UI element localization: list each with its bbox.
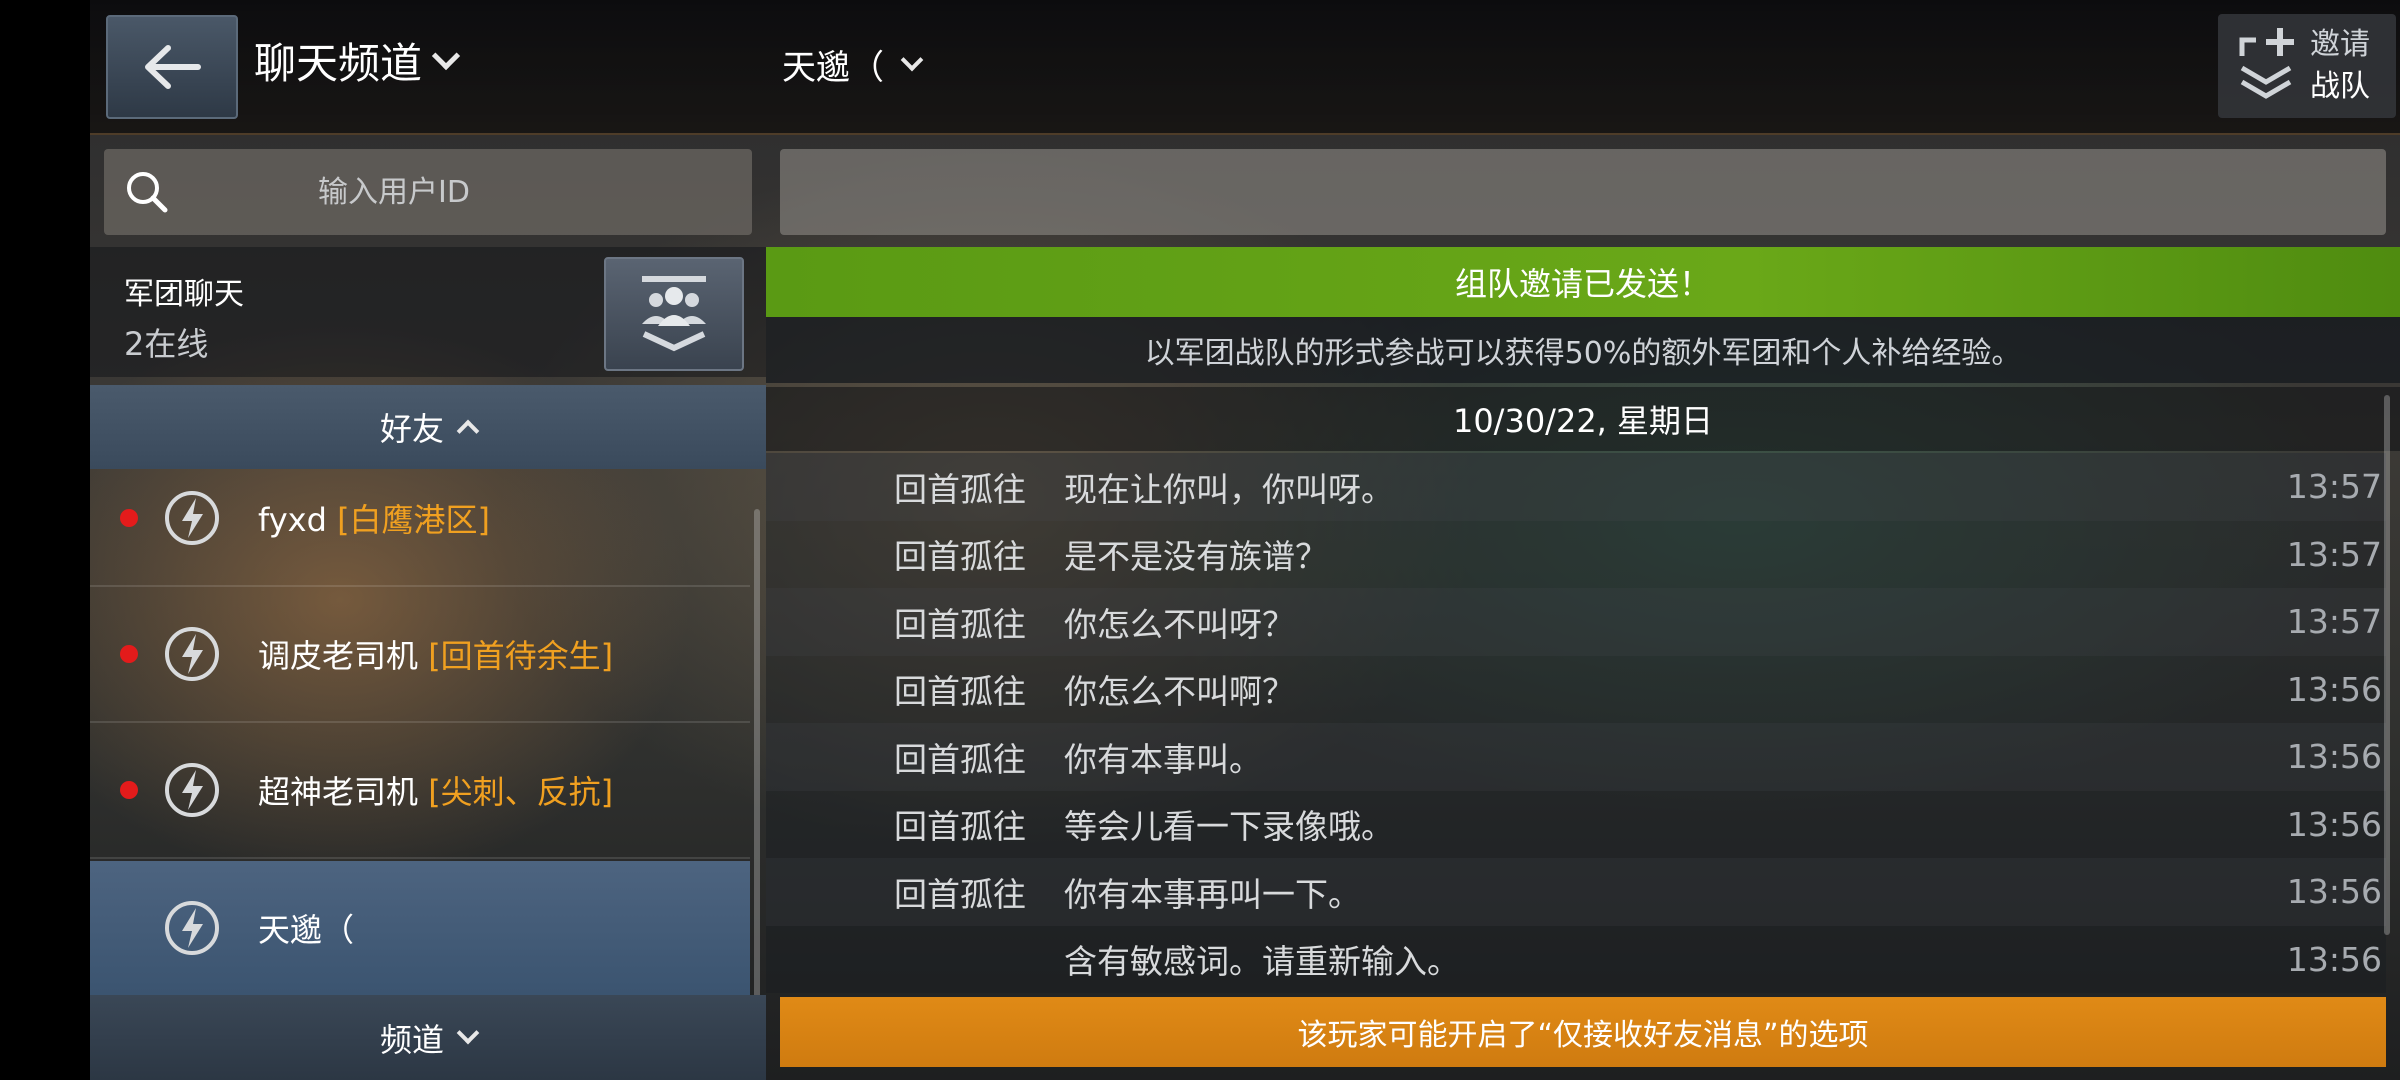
date-separator: 10/30/22, 星期日 [766,387,2400,451]
message-sender[interactable]: 回首孤往 [894,733,1026,781]
friends-only-warning-banner: 该玩家可能开启了“仅接收好友消息”的选项 [780,997,2386,1067]
message-time: 13:56 [2286,872,2382,912]
arrow-left-icon [145,45,201,89]
chat-message: 回首孤往 现在让你叫，你叫呀。 13:57 [766,453,2386,521]
channel-section-toggle[interactable]: 频道 [90,995,766,1080]
online-status-dot [120,781,138,799]
bonus-notice: 以军团战队的形式参战可以获得50%的额外军团和个人补给经验。 [766,317,2400,383]
friend-item[interactable]: fyxd [白鹰港区] [90,451,750,587]
message-text: 是不是没有族谱？ [1064,537,1328,577]
message-sender[interactable]: 回首孤往 [894,665,1026,713]
contact-selector-dropdown[interactable]: 天邈（ [782,40,924,89]
chat-message: 回首孤往 等会儿看一下录像哦。 13:56 [766,790,2386,858]
chat-message: 回首孤往 你怎么不叫啊？ 13:56 [766,655,2386,723]
chat-scrollbar[interactable] [2384,395,2390,935]
lightning-rank-icon [165,627,219,681]
chat-message: 回首孤往 是不是没有族谱？ 13:57 [766,520,2386,588]
message-time: 13:57 [2286,602,2382,642]
left-panel: 军团聊天 2在线 好友 [90,135,766,1080]
message-text: 等会儿看一下录像哦。 [1064,807,1394,847]
message-time: 13:56 [2286,804,2382,844]
user-id-search-input[interactable] [164,149,624,235]
friend-name-label: 超神老司机 [尖刺、反抗] [258,773,614,811]
online-status-dot [120,645,138,663]
invite-squad-button[interactable]: 邀请 战队 [2218,14,2396,118]
friends-scrollbar[interactable] [754,509,760,999]
message-list: 回首孤往 现在让你叫，你叫呀。 13:57 回首孤往 是不是没有族谱？ 13:5… [766,453,2386,993]
invite-squad-label: 邀请 战队 [2310,27,2370,104]
message-text: 你怎么不叫啊？ [1064,672,1295,712]
legion-members-button[interactable] [604,257,744,371]
friend-item-selected[interactable]: 天邈（ [90,861,750,995]
message-text: 你有本事再叫一下。 [1064,874,1361,914]
chat-message: 回首孤往 你有本事叫。 13:56 [766,723,2386,791]
chevron-down-icon [456,1021,480,1044]
search-bar [104,149,752,235]
system-message: 含有敏感词。请重新输入。 13:56 [766,925,2386,993]
message-input[interactable] [780,149,2386,235]
chevron-down-icon [900,48,924,71]
message-sender[interactable]: 回首孤往 [894,598,1026,646]
invite-squad-icon [2239,28,2294,99]
friend-name-label: fyxd [白鹰港区] [258,501,491,539]
app-window: 聊天频道 天邈（ 邀请 战队 输入用户ID 军团聊天 2在线 好友 fyxd [… [90,0,2400,1080]
channel-section-label: 频道 [379,1020,444,1059]
online-status-dot [120,509,138,527]
chat-message: 回首孤往 你有本事再叫一下。 13:56 [766,858,2386,926]
lightning-rank-icon [165,491,219,545]
legion-chat-row[interactable]: 军团聊天 2在线 [90,247,766,377]
legion-online-count: 2在线 [124,325,209,363]
message-time: 13:56 [2286,939,2382,979]
friend-item[interactable]: 超神老司机 [尖刺、反抗] [90,723,750,859]
message-text: 现在让你叫，你叫呀。 [1064,469,1394,509]
chevron-down-icon [431,41,461,70]
chevron-up-icon [456,419,480,443]
message-text: 你怎么不叫呀？ [1064,604,1295,644]
message-sender[interactable]: 回首孤往 [894,530,1026,578]
message-sender[interactable]: 回首孤往 [894,800,1026,848]
legion-chat-title: 军团聊天 [124,277,244,312]
group-members-icon [642,276,706,352]
lightning-rank-icon [165,901,219,955]
channel-title-dropdown[interactable]: 聊天频道 [254,30,461,91]
message-time: 13:56 [2286,669,2382,709]
page-title: 聊天频道 [254,39,423,88]
friends-section-label: 好友 [379,410,444,448]
chat-message: 回首孤往 你怎么不叫呀？ 13:57 [766,588,2386,656]
invite-sent-banner: 组队邀请已发送！ [766,247,2400,317]
message-sender[interactable]: 回首孤往 [894,463,1026,511]
message-time: 13:57 [2286,534,2382,574]
message-time: 13:57 [2286,467,2382,507]
selected-contact-label: 天邈（ [782,48,884,88]
friend-name-label: 天邈（ [258,911,355,949]
lightning-rank-icon [165,763,219,817]
message-sender[interactable]: 回首孤往 [894,868,1026,916]
back-button[interactable] [106,15,238,119]
friend-name-label: 调皮老司机 [回首待余生] [258,637,614,675]
friends-list: fyxd [白鹰港区] 调皮老司机 [回首待余生] 超神老司机 [尖刺、反抗] [90,469,766,999]
chat-panel: 组队邀请已发送！ 以军团战队的形式参战可以获得50%的额外军团和个人补给经验。 … [766,135,2400,1080]
message-text: 含有敏感词。请重新输入。 [1064,942,1460,982]
message-text: 你有本事叫。 [1064,739,1262,779]
message-time: 13:56 [2286,737,2382,777]
friend-item[interactable]: 调皮老司机 [回首待余生] [90,587,750,723]
top-bar: 聊天频道 天邈（ 邀请 战队 [90,0,2400,135]
